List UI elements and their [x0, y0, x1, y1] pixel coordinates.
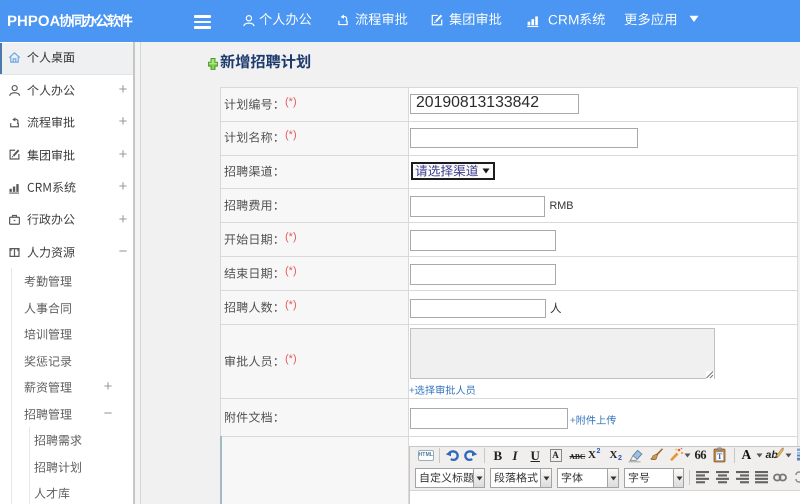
svg-text:T: T — [717, 452, 723, 461]
